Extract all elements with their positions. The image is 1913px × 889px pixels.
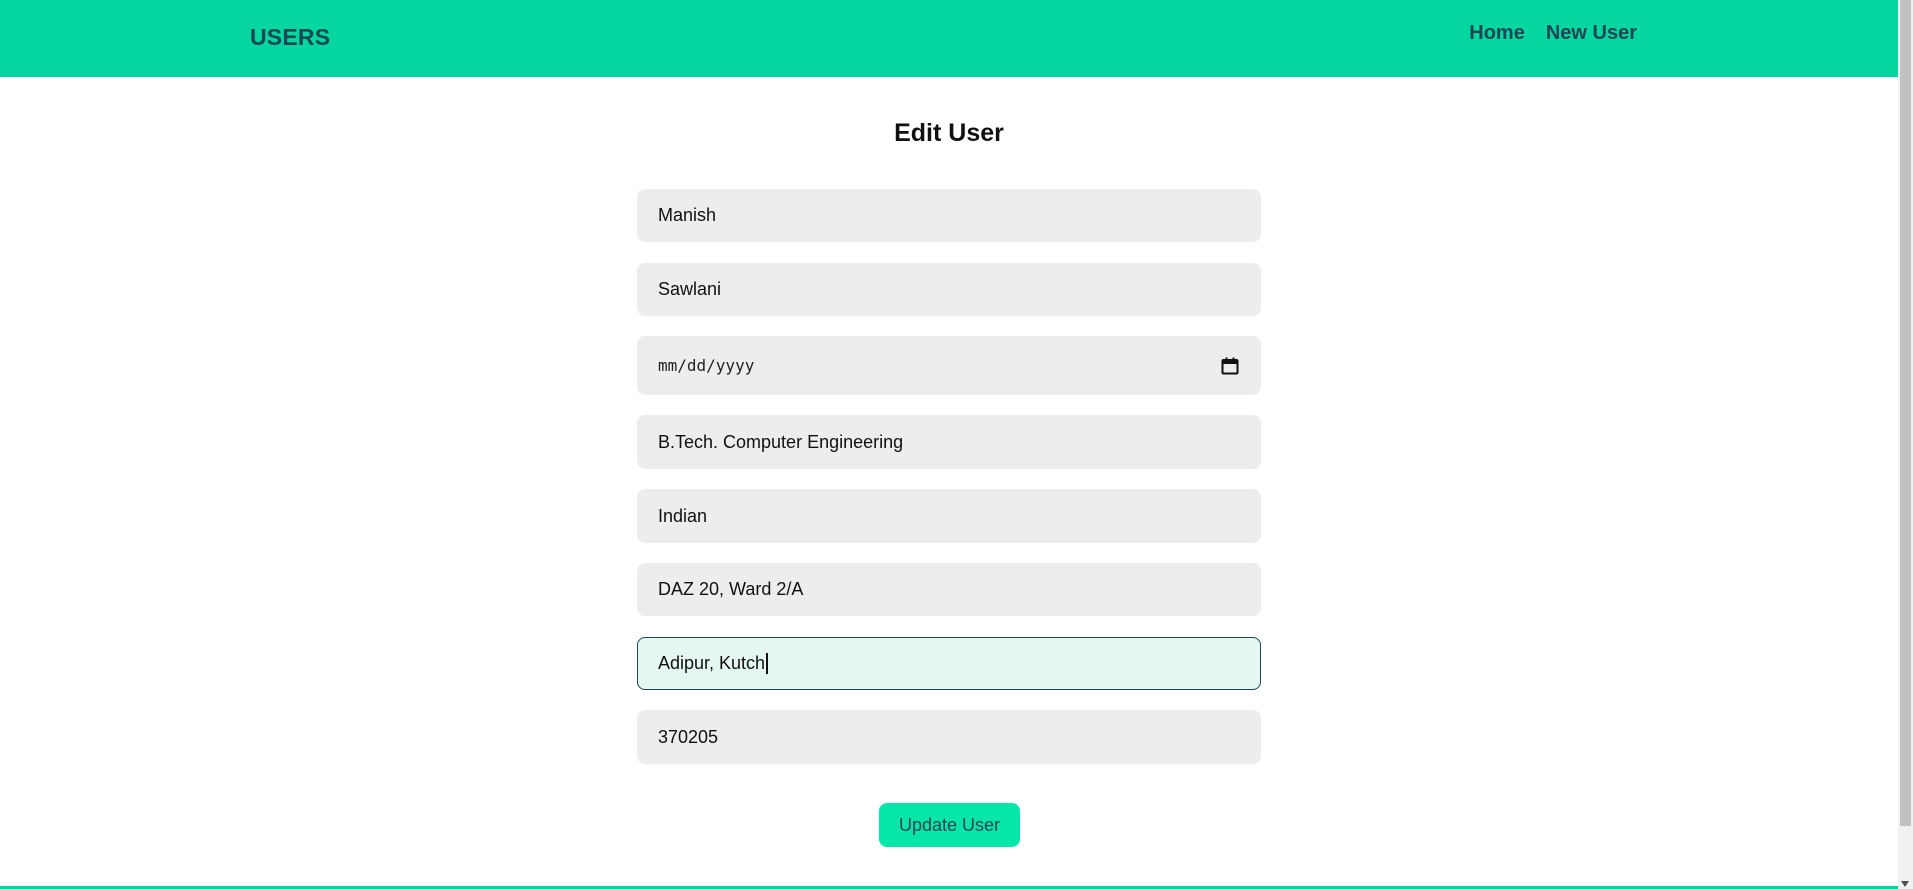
address-input[interactable]: DAZ 20, Ward 2/A — [637, 563, 1261, 616]
scrollbar-thumb[interactable] — [1900, 0, 1911, 826]
page: USERS Home New User Edit User Manish Saw… — [0, 0, 1898, 889]
brand-logo[interactable]: USERS — [250, 24, 330, 51]
city-input[interactable]: Adipur, Kutch — [637, 637, 1261, 690]
city-value: Adipur, Kutch — [658, 653, 766, 673]
update-user-button[interactable]: Update User — [879, 803, 1020, 847]
education-value: B.Tech. Computer Engineering — [658, 431, 904, 452]
nav-link-new-user[interactable]: New User — [1546, 22, 1637, 45]
nationality-value: Indian — [658, 505, 708, 526]
pincode-input[interactable]: 370205 — [637, 710, 1261, 764]
address-value: DAZ 20, Ward 2/A — [658, 579, 804, 599]
first-name-input[interactable]: Manish — [637, 189, 1261, 242]
last-name-value: Sawlani — [658, 279, 722, 299]
date-of-birth-input[interactable]: mm/dd/yyyy — [637, 336, 1261, 395]
date-placeholder: mm/dd/yyyy — [658, 356, 755, 375]
page-title: Edit User — [894, 119, 1004, 147]
calendar-icon[interactable] — [1220, 356, 1240, 376]
vertical-scrollbar[interactable] — [1898, 0, 1913, 889]
first-name-value: Manish — [658, 205, 717, 225]
pincode-value: 370205 — [658, 726, 719, 747]
text-caret — [766, 653, 768, 674]
last-name-input[interactable]: Sawlani — [637, 263, 1261, 316]
scroll-down-arrow-icon[interactable] — [1901, 881, 1909, 887]
navbar: USERS Home New User — [0, 0, 1898, 77]
nationality-input[interactable]: Indian — [637, 489, 1261, 543]
nav-links: Home New User — [1469, 22, 1637, 45]
education-input[interactable]: B.Tech. Computer Engineering — [637, 415, 1261, 469]
nav-link-home[interactable]: Home — [1469, 22, 1525, 45]
